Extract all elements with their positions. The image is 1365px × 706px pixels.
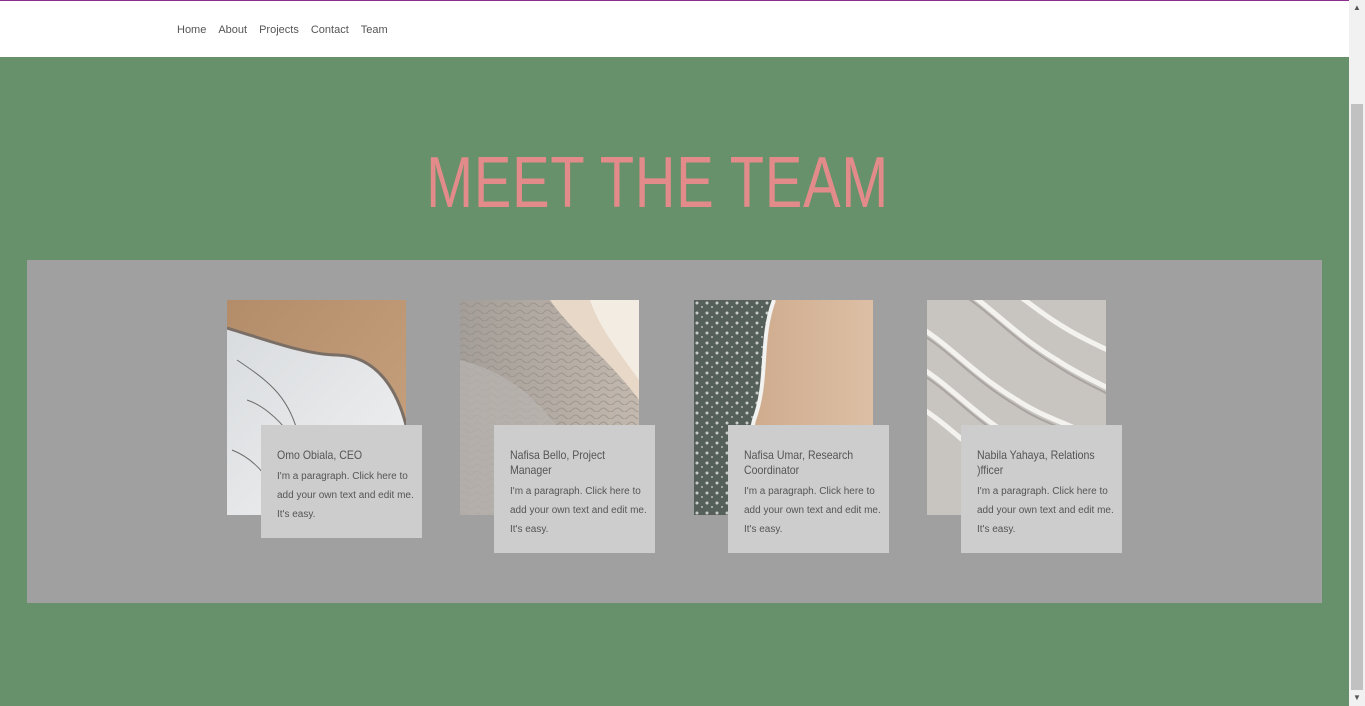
nav-projects[interactable]: Projects: [253, 23, 305, 37]
nav-contact[interactable]: Contact: [305, 23, 355, 37]
nav-about[interactable]: About: [212, 23, 253, 37]
scrollbar-thumb[interactable]: [1351, 104, 1363, 690]
member-name[interactable]: Nabila Yahaya, Relations )fficer: [977, 448, 1109, 478]
scroll-down-arrow-icon[interactable]: ▼: [1349, 690, 1365, 706]
team-panel: Omo Obiala, CEO I'm a paragraph. Click h…: [27, 260, 1322, 603]
member-card: Nabila Yahaya, Relations )fficer I'm a p…: [961, 425, 1122, 553]
member-name[interactable]: Nafisa Umar, Research Coordinator: [744, 448, 876, 478]
member-card: Omo Obiala, CEO I'm a paragraph. Click h…: [261, 425, 422, 538]
member-bio[interactable]: I'm a paragraph. Click here to add your …: [277, 467, 414, 524]
page-title: MEET THE TEAM: [426, 143, 889, 224]
scroll-up-arrow-icon[interactable]: ▲: [1349, 0, 1365, 16]
member-name[interactable]: Omo Obiala, CEO: [277, 448, 409, 463]
vertical-scrollbar[interactable]: ▲ ▼: [1349, 0, 1365, 706]
nav-home[interactable]: Home: [171, 23, 212, 37]
member-bio[interactable]: I'm a paragraph. Click here to add your …: [510, 482, 647, 539]
site-header: Home About Projects Contact Team: [0, 1, 1349, 57]
main-nav: Home About Projects Contact Team: [171, 23, 394, 37]
member-bio[interactable]: I'm a paragraph. Click here to add your …: [744, 482, 881, 539]
nav-team[interactable]: Team: [355, 23, 394, 37]
member-card: Nafisa Bello, Project Manager I'm a para…: [494, 425, 655, 553]
member-card: Nafisa Umar, Research Coordinator I'm a …: [728, 425, 889, 553]
member-bio[interactable]: I'm a paragraph. Click here to add your …: [977, 482, 1114, 539]
member-name[interactable]: Nafisa Bello, Project Manager: [510, 448, 642, 478]
